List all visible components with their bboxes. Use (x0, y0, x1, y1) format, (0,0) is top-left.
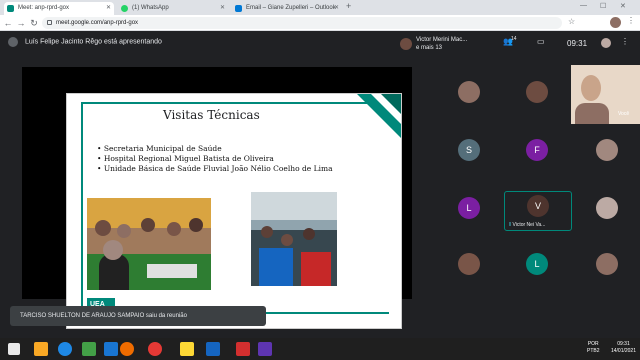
participant-avatar (596, 253, 618, 275)
participant-tile[interactable]: L (458, 197, 484, 223)
chrome-icon[interactable] (148, 342, 162, 356)
participant-tile[interactable]: L (526, 253, 552, 279)
app-icon[interactable] (258, 342, 272, 356)
folder-icon[interactable] (180, 342, 194, 356)
slide-bullets: • Secretaria Municipal de Saúde • Hospit… (97, 144, 333, 174)
user-avatar[interactable] (601, 38, 611, 48)
chat-icon[interactable]: ▭ (537, 37, 545, 46)
bullet-item: • Unidade Básica de Saúde Fluvial João N… (97, 164, 333, 173)
participant-tile[interactable] (458, 253, 484, 279)
participant-tile[interactable] (458, 81, 484, 107)
participant-tile[interactable] (596, 253, 622, 279)
browser-tab-bar: Meet: anp-rprd-gox ✕ (1) WhatsApp ✕ Emai… (0, 0, 640, 15)
firefox-icon[interactable] (120, 342, 134, 356)
star-icon[interactable]: ☆ (568, 17, 575, 26)
presenter-bar: Luís Felipe Jacinto Rêgo está apresentan… (8, 37, 162, 47)
participants-count: 14 (511, 36, 517, 42)
meet-window: Luís Felipe Jacinto Rêgo está apresentan… (0, 31, 640, 338)
outlook-icon[interactable] (104, 342, 118, 356)
slide-corner-decoration (357, 94, 401, 138)
slide: Visitas Técnicas • Secretaria Municipal … (66, 93, 402, 329)
word-icon[interactable] (206, 342, 220, 356)
participant-avatar: L (458, 197, 480, 219)
new-tab-button[interactable]: + (346, 1, 351, 11)
participant-tile[interactable] (596, 139, 622, 165)
participant-avatar (596, 197, 618, 219)
system-clock[interactable]: 09:31 14/01/2021 (611, 341, 636, 355)
speaking-participant-tile[interactable]: V ‖ Victor Nei Va... (504, 191, 572, 231)
tab-meet[interactable]: Meet: anp-rprd-gox ✕ (4, 2, 114, 15)
tab-label: (1) WhatsApp (132, 5, 169, 11)
participant-avatar (526, 81, 548, 103)
menu-icon[interactable]: ⋮ (627, 16, 635, 25)
self-video-tile[interactable]: Você (571, 65, 640, 124)
slide-title: Visitas Técnicas (163, 108, 260, 122)
tab-label: Email – Giane Zupelleri – Outlook (246, 5, 336, 11)
lock-icon (47, 20, 52, 25)
close-icon[interactable]: ✕ (106, 2, 111, 15)
participant-avatar (596, 139, 618, 161)
more-options-icon[interactable]: ⋮ (621, 37, 629, 46)
outlook-icon (235, 5, 242, 12)
bullet-item: • Hospital Regional Miguel Batista de Ol… (97, 154, 274, 163)
participant-tile[interactable]: F (526, 139, 552, 165)
address-bar-row: ← → ↻ meet.google.com/anp-rprd-gox ☆ ⋮ (0, 15, 640, 31)
tab-outlook[interactable]: Email – Giane Zupelleri – Outlook ✕ (232, 2, 342, 15)
meeting-clock: 09:31 (567, 39, 588, 48)
minimize-button[interactable]: — (580, 2, 587, 9)
participant-tile[interactable]: S (458, 139, 484, 165)
self-label: Você (618, 111, 630, 117)
photo-meeting (87, 198, 211, 290)
participant-avatar: L (526, 253, 548, 275)
close-icon[interactable]: ✕ (220, 2, 225, 15)
close-icon[interactable]: ✕ (334, 2, 339, 15)
participant-avatar: V (527, 195, 549, 217)
speaking-label: ‖ Victor Nei Va... (509, 222, 546, 228)
language-indicator[interactable]: POR PTB2 (587, 341, 600, 355)
profile-avatar[interactable] (610, 17, 621, 28)
reload-icon[interactable]: ↻ (29, 17, 39, 29)
tab-whatsapp[interactable]: (1) WhatsApp ✕ (118, 2, 228, 15)
audio-wave-icon: ‖ (509, 222, 512, 228)
close-window-button[interactable]: ✕ (620, 2, 626, 10)
meet-header: Victor Merini Mac... e mais 13 👥 14 ▭ 09… (395, 33, 640, 55)
participant-tile[interactable] (526, 81, 552, 107)
participant-avatar: F (526, 139, 548, 161)
back-arrow-icon[interactable]: ← (3, 17, 13, 29)
participant-avatar (458, 81, 480, 103)
participant-tile[interactable] (596, 197, 622, 223)
url-input[interactable]: meet.google.com/anp-rprd-gox (42, 17, 562, 29)
photo-boat (251, 192, 337, 286)
presentation-area: Visitas Técnicas • Secretaria Municipal … (22, 67, 412, 329)
bullet-item: • Secretaria Municipal de Saúde (97, 144, 222, 153)
forward-arrow-icon[interactable]: → (16, 17, 26, 29)
presenter-text: Luís Felipe Jacinto Rêgo está apresentan… (24, 38, 162, 46)
windows-start-icon[interactable] (8, 343, 20, 355)
pdf-icon[interactable] (236, 342, 250, 356)
edge-icon[interactable] (58, 342, 72, 356)
header-name: Victor Merini Mac... (416, 37, 468, 43)
file-explorer-icon[interactable] (34, 342, 48, 356)
header-avatar (400, 38, 412, 50)
tab-label: Meet: anp-rprd-gox (18, 5, 70, 11)
windows-taskbar: POR PTB2 09:31 14/01/2021 (0, 338, 640, 360)
leave-notification: TARCISO SHUELTON DE ARAUJO SAMPAIO saiu … (10, 306, 266, 326)
maximize-button[interactable]: ☐ (600, 2, 606, 10)
excel-icon[interactable] (82, 342, 96, 356)
participant-avatar (458, 253, 480, 275)
whatsapp-icon (121, 5, 128, 12)
header-more: e mais 13 (416, 45, 443, 51)
meet-icon (7, 5, 14, 12)
participant-avatar: S (458, 139, 480, 161)
url-text: meet.google.com/anp-rprd-gox (56, 20, 139, 26)
presenter-avatar (8, 37, 18, 47)
